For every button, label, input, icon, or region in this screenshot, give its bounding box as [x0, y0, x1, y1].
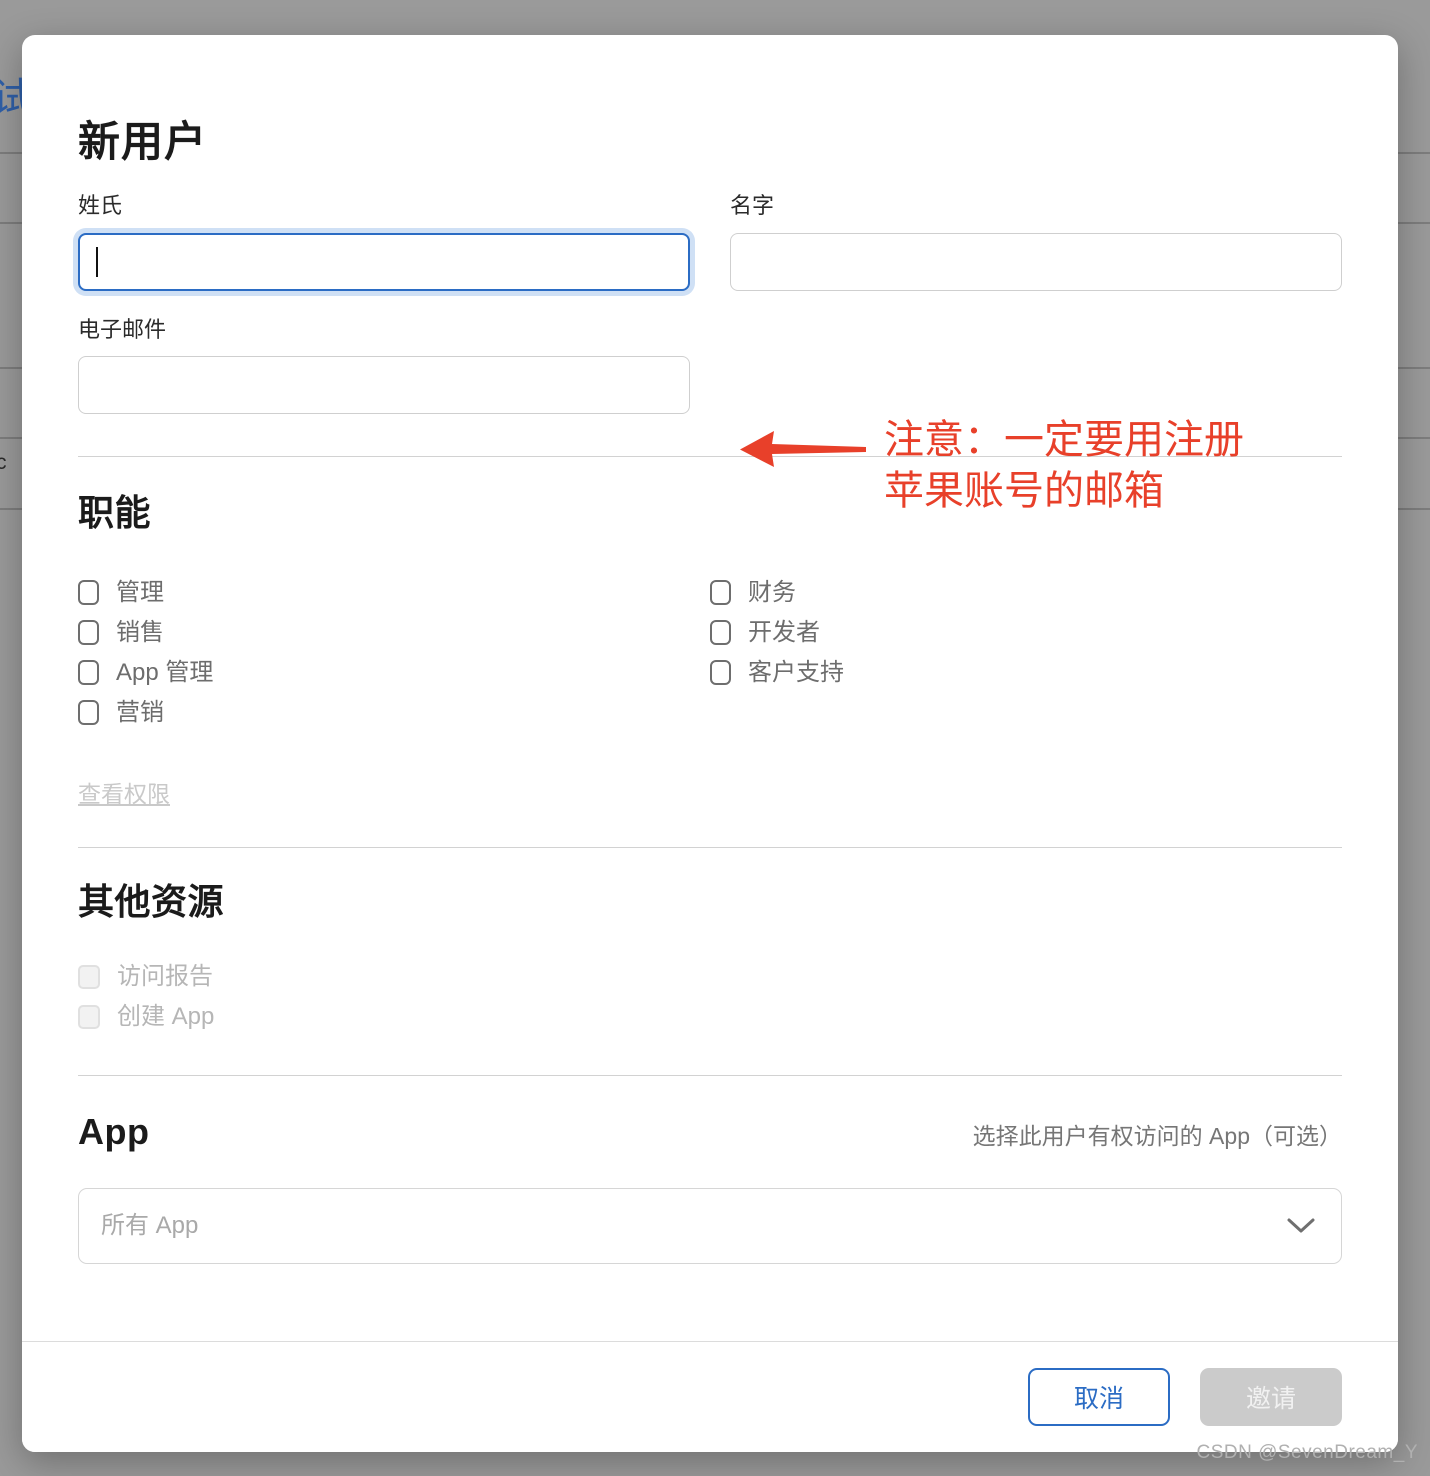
app-section-hint: 选择此用户有权访问的 App（可选） [972, 1122, 1342, 1149]
other-resources-title: 其他资源 [78, 880, 225, 922]
checkbox-row-create-app: 创建 App [78, 997, 710, 1037]
checkbox-row-marketing[interactable]: 营销 [78, 693, 710, 733]
checkbox-customer-support-icon[interactable] [710, 660, 731, 686]
new-user-dialog: 新用户 姓氏 名字 电子邮件 职能 管理 销售 App 管理 营销 财务 开发者… [22, 35, 1398, 1452]
email-field-group: 电子邮件 [78, 317, 690, 414]
checkbox-admin-icon[interactable] [78, 580, 99, 606]
dialog-scroll-body: 新用户 姓氏 名字 电子邮件 职能 管理 销售 App 管理 营销 财务 开发者… [22, 35, 1398, 1341]
cancel-button[interactable]: 取消 [1028, 1368, 1170, 1426]
background-text-fragment: c [0, 451, 7, 474]
roles-checkbox-grid: 管理 销售 App 管理 营销 财务 开发者 客户支持 [78, 573, 1342, 733]
checkbox-row-finance[interactable]: 财务 [710, 573, 1342, 613]
email-label: 电子邮件 [78, 316, 167, 342]
email-input[interactable] [78, 355, 690, 414]
name-fields-row: 姓氏 名字 [78, 193, 1342, 291]
app-section-title: App [78, 1111, 150, 1153]
checkbox-developer-label: 开发者 [748, 618, 820, 646]
other-resources-spacer-column [710, 957, 1342, 1037]
first-name-label: 名字 [730, 193, 775, 219]
checkbox-row-admin[interactable]: 管理 [78, 573, 710, 613]
checkbox-finance-label: 财务 [748, 578, 796, 606]
other-resources-section: 其他资源 访问报告 创建 App [78, 848, 1342, 1076]
checkbox-row-access-reports: 访问报告 [78, 957, 710, 997]
last-name-input-shell [78, 232, 690, 291]
checkbox-row-sales[interactable]: 销售 [78, 613, 710, 653]
app-select-shell: 所有 App [78, 1187, 1342, 1264]
app-select-value: 所有 App [101, 1211, 199, 1239]
other-resources-column: 访问报告 创建 App [78, 957, 710, 1037]
last-name-input[interactable] [78, 232, 690, 291]
permissions-link-wrap: 查看权限 [78, 733, 1342, 847]
dialog-footer: 取消 邀请 [22, 1341, 1398, 1452]
checkbox-row-customer-support[interactable]: 客户支持 [710, 653, 1342, 693]
checkbox-access-reports-icon [78, 965, 100, 990]
checkbox-create-app-label: 创建 App [117, 1003, 215, 1031]
checkbox-sales-label: 销售 [116, 618, 164, 646]
other-resources-grid: 访问报告 创建 App [78, 957, 1342, 1037]
roles-section-title: 职能 [78, 491, 152, 533]
checkbox-create-app-icon [78, 1005, 100, 1030]
text-cursor [96, 246, 98, 277]
view-permissions-link[interactable]: 查看权限 [78, 782, 170, 806]
chevron-down-icon [1287, 1218, 1315, 1233]
checkbox-row-app-manager[interactable]: App 管理 [78, 653, 710, 693]
last-name-label: 姓氏 [78, 193, 123, 219]
checkbox-customer-support-label: 客户支持 [748, 658, 844, 686]
checkbox-sales-icon[interactable] [78, 620, 99, 646]
dialog-title: 新用户 [78, 118, 208, 165]
checkbox-marketing-label: 营销 [116, 698, 164, 726]
checkbox-access-reports-label: 访问报告 [117, 963, 213, 991]
app-section: App 选择此用户有权访问的 App（可选） 所有 App [78, 1076, 1342, 1264]
watermark: CSDN @SevenDream_Y [1196, 1442, 1418, 1463]
email-input-shell [78, 355, 690, 414]
checkbox-marketing-icon[interactable] [78, 700, 99, 726]
last-name-field-group: 姓氏 [78, 193, 690, 291]
checkbox-developer-icon[interactable] [710, 620, 731, 646]
invite-button[interactable]: 邀请 [1200, 1368, 1342, 1426]
first-name-input[interactable] [730, 232, 1342, 291]
checkbox-app-manager-label: App 管理 [116, 658, 214, 686]
app-select[interactable]: 所有 App [78, 1187, 1342, 1264]
checkbox-finance-icon[interactable] [710, 580, 731, 606]
app-section-header: App 选择此用户有权访问的 App（可选） [78, 1112, 1342, 1152]
checkbox-row-developer[interactable]: 开发者 [710, 613, 1342, 653]
checkbox-app-manager-icon[interactable] [78, 660, 99, 686]
first-name-field-group: 名字 [730, 193, 1342, 291]
roles-left-column: 管理 销售 App 管理 营销 [78, 573, 710, 733]
checkbox-admin-label: 管理 [116, 578, 164, 606]
roles-section: 职能 管理 销售 App 管理 营销 财务 开发者 客户支持 查看权限 [78, 457, 1342, 847]
first-name-input-shell [730, 232, 1342, 291]
roles-right-column: 财务 开发者 客户支持 [710, 573, 1342, 733]
